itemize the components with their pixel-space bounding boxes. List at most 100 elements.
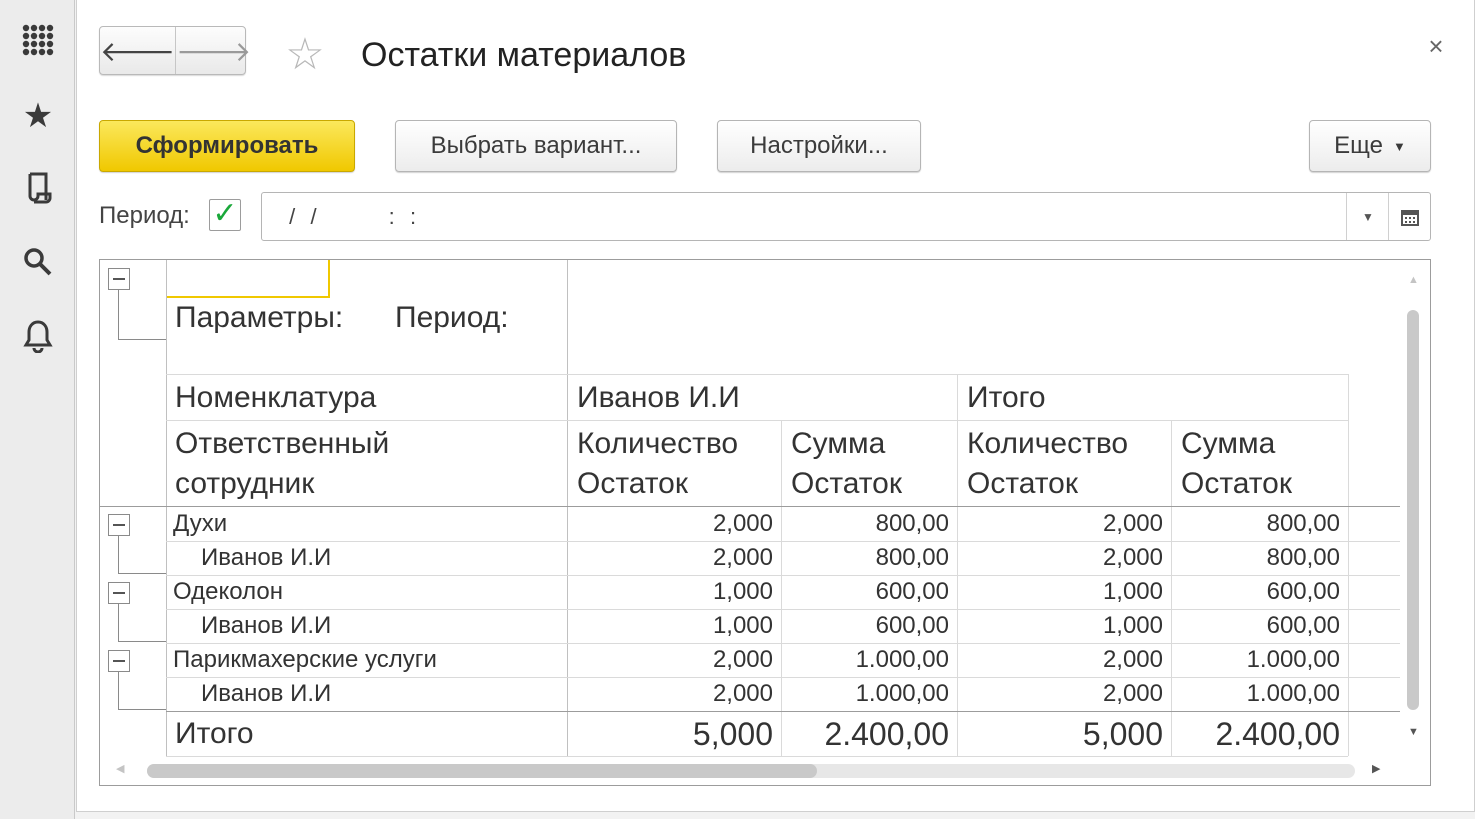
scroll-left-arrow-icon[interactable]: ◀ xyxy=(116,762,124,775)
row-sum-ivanov: 800,00 xyxy=(875,544,949,571)
header-sum-line2: Остаток xyxy=(1181,467,1292,500)
scroll-down-arrow-icon[interactable]: ▼ xyxy=(1408,726,1419,738)
tree-line xyxy=(118,604,119,641)
calendar-icon[interactable] xyxy=(1388,193,1430,240)
tree-line xyxy=(118,573,166,574)
tree-line xyxy=(118,641,166,642)
total-sum-ivanov: 2.400,00 xyxy=(824,716,949,752)
favorites-star-icon[interactable]: ★ xyxy=(18,96,58,136)
horizontal-scrollbar[interactable]: ◀ ▶ xyxy=(100,752,1400,786)
history-icon[interactable] xyxy=(18,168,58,208)
back-arrow-icon[interactable]: 🡐 xyxy=(100,27,175,74)
row-qty-total: 1,000 xyxy=(1102,578,1163,605)
row-label: Одеколон xyxy=(173,578,283,605)
row-qty-total: 2,000 xyxy=(1102,544,1163,571)
row-sum-ivanov: 800,00 xyxy=(875,510,949,537)
horizontal-scroll-thumb[interactable] xyxy=(147,764,817,778)
header-qty-line2: Остаток xyxy=(577,467,688,500)
collapse-toggle-icon[interactable] xyxy=(108,514,130,536)
row-sum-ivanov: 600,00 xyxy=(875,578,949,605)
period-checkbox[interactable]: ✓ xyxy=(209,199,241,231)
row-qty-ivanov: 2,000 xyxy=(712,646,773,673)
total-qty-total: 5,000 xyxy=(1082,716,1163,752)
total-qty-ivanov: 5,000 xyxy=(692,716,773,752)
dropdown-arrow-icon[interactable]: ▼ xyxy=(1346,193,1389,240)
tree-line xyxy=(118,290,119,339)
forward-arrow-icon[interactable]: 🡒 xyxy=(175,27,251,74)
header-qty-line1: Количество xyxy=(967,427,1129,460)
tree-line xyxy=(118,672,119,709)
choose-variant-button[interactable]: Выбрать вариант... xyxy=(395,120,677,172)
header-responsible-line1: Ответственный xyxy=(175,427,390,460)
total-label: Итого xyxy=(175,717,254,750)
report-table[interactable]: Параметры: Период: Номенклатура Иванов И… xyxy=(99,259,1431,786)
collapse-toggle-icon[interactable] xyxy=(108,268,130,290)
search-icon[interactable] xyxy=(18,242,58,282)
row-label: Духи xyxy=(173,510,228,537)
row-label: Парикмахерские услуги xyxy=(173,646,437,673)
grid-line xyxy=(1348,374,1349,756)
period-input[interactable]: / / : : ▼ xyxy=(261,192,1431,241)
header-sum-line1: Сумма xyxy=(1181,427,1276,460)
tree-line xyxy=(118,339,166,340)
generate-button[interactable]: Сформировать xyxy=(99,120,355,172)
header-sum-line2: Остаток xyxy=(791,467,902,500)
grid-line xyxy=(166,711,1400,712)
header-nomenclature: Номенклатура xyxy=(175,381,377,414)
row-qty-ivanov: 1,000 xyxy=(712,612,773,639)
page-title: Остатки материалов xyxy=(361,36,687,74)
row-label: Иванов И.И xyxy=(201,544,332,571)
row-sum-total: 600,00 xyxy=(1266,578,1340,605)
scroll-right-arrow-icon[interactable]: ▶ xyxy=(1372,762,1380,775)
collapse-toggle-icon[interactable] xyxy=(108,582,130,604)
tree-line xyxy=(118,536,119,573)
add-to-favorites-star-icon[interactable]: ☆ xyxy=(280,30,330,80)
more-button[interactable]: Еще ▼ xyxy=(1309,120,1431,172)
period-label: Период: xyxy=(99,202,190,229)
row-sum-ivanov: 1.000,00 xyxy=(855,680,949,707)
period-input-value: / / : : xyxy=(282,204,418,229)
row-sum-ivanov: 600,00 xyxy=(875,612,949,639)
row-qty-ivanov: 2,000 xyxy=(712,510,773,537)
total-sum-total: 2.400,00 xyxy=(1215,716,1340,752)
row-qty-total: 1,000 xyxy=(1102,612,1163,639)
settings-button[interactable]: Настройки... xyxy=(717,120,921,172)
notifications-bell-icon[interactable] xyxy=(18,316,58,356)
row-label: Иванов И.И xyxy=(201,680,332,707)
close-icon[interactable]: × xyxy=(1420,30,1452,62)
row-sum-total: 800,00 xyxy=(1266,510,1340,537)
header-responsible-line2: сотрудник xyxy=(175,467,315,500)
vertical-scrollbar[interactable]: ▲ ▼ xyxy=(1398,260,1430,750)
row-sum-total: 600,00 xyxy=(1266,612,1340,639)
period-param-label: Период: xyxy=(395,301,509,334)
selected-cell[interactable] xyxy=(166,260,330,298)
scroll-up-arrow-icon[interactable]: ▲ xyxy=(1408,274,1419,286)
navigation-buttons: 🡐 🡒 xyxy=(99,26,251,75)
header-qty-line2: Остаток xyxy=(967,467,1078,500)
left-panel: ★ xyxy=(0,0,75,819)
header-group-ivanov: Иванов И.И xyxy=(577,381,740,414)
grid-line xyxy=(166,260,167,756)
grid-line xyxy=(166,374,1348,375)
row-sum-total: 800,00 xyxy=(1266,544,1340,571)
more-button-label: Еще xyxy=(1334,132,1383,159)
apps-grid-icon[interactable] xyxy=(18,20,58,60)
row-sum-ivanov: 1.000,00 xyxy=(855,646,949,673)
row-qty-total: 2,000 xyxy=(1102,646,1163,673)
collapse-toggle-icon[interactable] xyxy=(108,650,130,672)
row-qty-ivanov: 2,000 xyxy=(712,544,773,571)
row-label: Иванов И.И xyxy=(201,612,332,639)
header-group-total: Итого xyxy=(967,381,1046,414)
row-qty-ivanov: 2,000 xyxy=(712,680,773,707)
row-sum-total: 1.000,00 xyxy=(1246,680,1340,707)
row-qty-total: 2,000 xyxy=(1102,680,1163,707)
row-sum-total: 1.000,00 xyxy=(1246,646,1340,673)
row-qty-total: 2,000 xyxy=(1102,510,1163,537)
header-qty-line1: Количество xyxy=(577,427,739,460)
row-qty-ivanov: 1,000 xyxy=(712,578,773,605)
tree-line xyxy=(118,709,166,710)
header-sum-line1: Сумма xyxy=(791,427,886,460)
vertical-scroll-thumb[interactable] xyxy=(1407,310,1419,710)
parameters-label: Параметры: xyxy=(175,301,344,334)
chevron-down-icon: ▼ xyxy=(1392,138,1406,154)
